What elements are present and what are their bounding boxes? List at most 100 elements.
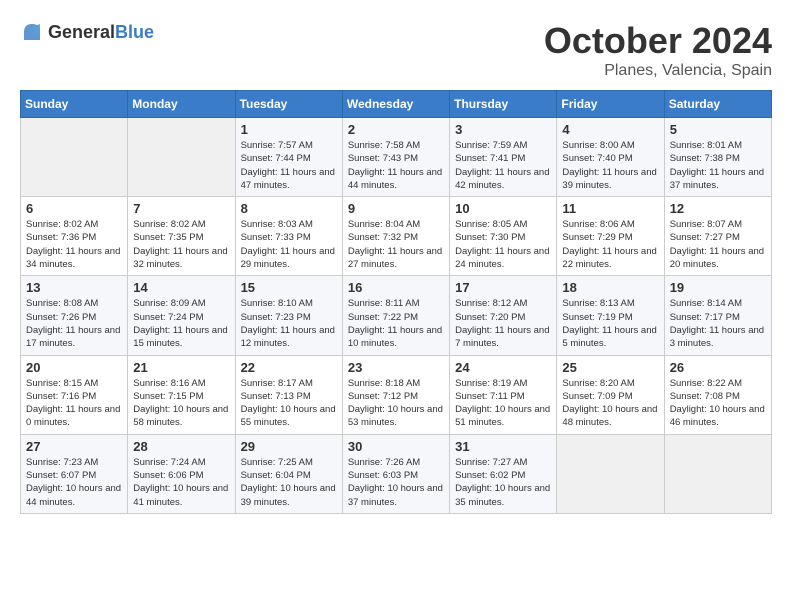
daylight-text: Daylight: 10 hours and 35 minutes. <box>455 483 550 507</box>
day-number: 6 <box>26 201 122 216</box>
daylight-text: Daylight: 11 hours and 44 minutes. <box>348 167 442 191</box>
sunset-text: Sunset: 7:20 PM <box>455 312 525 323</box>
cell-info: Sunrise: 7:58 AMSunset: 7:43 PMDaylight:… <box>348 139 444 192</box>
calendar-cell <box>128 118 235 197</box>
day-number: 25 <box>562 360 658 375</box>
daylight-text: Daylight: 10 hours and 55 minutes. <box>241 404 336 428</box>
day-number: 5 <box>670 122 766 137</box>
cell-info: Sunrise: 8:20 AMSunset: 7:09 PMDaylight:… <box>562 377 658 430</box>
sunrise-text: Sunrise: 8:01 AM <box>670 140 742 151</box>
sunset-text: Sunset: 7:23 PM <box>241 312 311 323</box>
calendar-cell: 8Sunrise: 8:03 AMSunset: 7:33 PMDaylight… <box>235 197 342 276</box>
cell-info: Sunrise: 8:07 AMSunset: 7:27 PMDaylight:… <box>670 218 766 271</box>
title-section: October 2024 Planes, Valencia, Spain <box>544 20 772 80</box>
page-header: GeneralBlue October 2024 Planes, Valenci… <box>20 20 772 80</box>
day-number: 27 <box>26 439 122 454</box>
cell-info: Sunrise: 8:09 AMSunset: 7:24 PMDaylight:… <box>133 297 229 350</box>
logo: GeneralBlue <box>20 20 154 44</box>
sunrise-text: Sunrise: 8:19 AM <box>455 378 527 389</box>
header-thursday: Thursday <box>450 91 557 118</box>
calendar-cell: 22 Sunrise: 8:17 AM Sunset: 7:13 PM Dayligh… <box>235 355 342 434</box>
sunset-text: Sunset: 7:11 PM <box>455 391 525 402</box>
calendar-cell: 4Sunrise: 8:00 AMSunset: 7:40 PMDaylight… <box>557 118 664 197</box>
sunrise-text: Sunrise: 8:02 AM <box>133 219 205 230</box>
sunset-text: Sunset: 7:27 PM <box>670 232 740 243</box>
sunrise-text: Sunrise: 8:17 AM <box>241 378 313 389</box>
daylight-text: Daylight: 10 hours and 51 minutes. <box>455 404 550 428</box>
sunset-text: Sunset: 6:03 PM <box>348 470 418 481</box>
sunset-text: Sunset: 7:44 PM <box>241 153 311 164</box>
calendar-week-row: 1Sunrise: 7:57 AMSunset: 7:44 PMDaylight… <box>21 118 772 197</box>
sunset-text: Sunset: 6:07 PM <box>26 470 96 481</box>
calendar-cell: 31Sunrise: 7:27 AMSunset: 6:02 PMDayligh… <box>450 434 557 513</box>
header-saturday: Saturday <box>664 91 771 118</box>
day-number: 16 <box>348 280 444 295</box>
daylight-text: Daylight: 11 hours and 10 minutes. <box>348 325 442 349</box>
calendar-cell: 6Sunrise: 8:02 AMSunset: 7:36 PMDaylight… <box>21 197 128 276</box>
sunrise-text: Sunrise: 8:14 AM <box>670 298 742 309</box>
sunrise-text: Sunrise: 8:02 AM <box>26 219 98 230</box>
sunset-text: Sunset: 7:17 PM <box>670 312 740 323</box>
sunrise-text: Sunrise: 8:11 AM <box>348 298 420 309</box>
sunset-text: Sunset: 7:24 PM <box>133 312 203 323</box>
cell-info: Sunrise: 8:01 AMSunset: 7:38 PMDaylight:… <box>670 139 766 192</box>
header-friday: Friday <box>557 91 664 118</box>
day-number: 22 <box>241 360 337 375</box>
day-number: 17 <box>455 280 551 295</box>
sunrise-text: Sunrise: 8:00 AM <box>562 140 634 151</box>
calendar-cell: 17 Sunrise: 8:12 AM Sunset: 7:20 PM Dayligh… <box>450 276 557 355</box>
logo-general: General <box>48 22 115 42</box>
daylight-text: Daylight: 11 hours and 3 minutes. <box>670 325 764 349</box>
daylight-text: Daylight: 11 hours and 37 minutes. <box>670 167 764 191</box>
daylight-text: Daylight: 11 hours and 0 minutes. <box>26 404 120 428</box>
sunset-text: Sunset: 7:12 PM <box>348 391 418 402</box>
cell-info: Sunrise: 8:10 AMSunset: 7:23 PMDaylight:… <box>241 297 337 350</box>
calendar-cell: 3Sunrise: 7:59 AMSunset: 7:41 PMDaylight… <box>450 118 557 197</box>
calendar-cell: 14Sunrise: 8:09 AMSunset: 7:24 PMDayligh… <box>128 276 235 355</box>
cell-info: Sunrise: 8:05 AMSunset: 7:30 PMDaylight:… <box>455 218 551 271</box>
day-number: 30 <box>348 439 444 454</box>
sunset-text: Sunset: 7:32 PM <box>348 232 418 243</box>
sunset-text: Sunset: 6:04 PM <box>241 470 311 481</box>
cell-info: Sunrise: 7:59 AMSunset: 7:41 PMDaylight:… <box>455 139 551 192</box>
daylight-text: Daylight: 11 hours and 34 minutes. <box>26 246 120 270</box>
cell-info: Sunrise: 8:03 AMSunset: 7:33 PMDaylight:… <box>241 218 337 271</box>
sunrise-text: Sunrise: 8:12 AM <box>455 298 527 309</box>
day-number: 20 <box>26 360 122 375</box>
calendar-cell: 29Sunrise: 7:25 AMSunset: 6:04 PMDayligh… <box>235 434 342 513</box>
daylight-text: Daylight: 10 hours and 44 minutes. <box>26 483 121 507</box>
daylight-text: Daylight: 11 hours and 32 minutes. <box>133 246 227 270</box>
day-number: 24 <box>455 360 551 375</box>
sunset-text: Sunset: 7:19 PM <box>562 312 632 323</box>
sunrise-text: Sunrise: 8:06 AM <box>562 219 634 230</box>
sunset-text: Sunset: 7:43 PM <box>348 153 418 164</box>
sunrise-text: Sunrise: 8:18 AM <box>348 378 420 389</box>
daylight-text: Daylight: 11 hours and 29 minutes. <box>241 246 335 270</box>
sunrise-text: Sunrise: 8:15 AM <box>26 378 98 389</box>
cell-info: Sunrise: 8:13 AMSunset: 7:19 PMDaylight:… <box>562 297 658 350</box>
calendar-cell: 10Sunrise: 8:05 AMSunset: 7:30 PMDayligh… <box>450 197 557 276</box>
sunrise-text: Sunrise: 8:10 AM <box>241 298 313 309</box>
sunrise-text: Sunrise: 8:03 AM <box>241 219 313 230</box>
cell-info: Sunrise: 8:14 AM Sunset: 7:17 PM Daylight:… <box>670 297 766 350</box>
day-number: 4 <box>562 122 658 137</box>
cell-info: Sunrise: 7:26 AMSunset: 6:03 PMDaylight:… <box>348 456 444 509</box>
logo-text: GeneralBlue <box>48 22 154 43</box>
sunrise-text: Sunrise: 8:05 AM <box>455 219 527 230</box>
sunset-text: Sunset: 7:26 PM <box>26 312 96 323</box>
daylight-text: Daylight: 11 hours and 27 minutes. <box>348 246 442 270</box>
day-number: 7 <box>133 201 229 216</box>
calendar-cell: 11Sunrise: 8:06 AMSunset: 7:29 PMDayligh… <box>557 197 664 276</box>
daylight-text: Daylight: 10 hours and 58 minutes. <box>133 404 228 428</box>
day-number: 26 <box>670 360 766 375</box>
calendar-cell: 9Sunrise: 8:04 AMSunset: 7:32 PMDaylight… <box>342 197 449 276</box>
calendar-cell: 15Sunrise: 8:10 AMSunset: 7:23 PMDayligh… <box>235 276 342 355</box>
cell-info: Sunrise: 8:08 AMSunset: 7:26 PMDaylight:… <box>26 297 122 350</box>
cell-info: Sunrise: 8:17 AM Sunset: 7:13 PM Daylight:… <box>241 377 337 430</box>
calendar-cell: 24 Sunrise: 8:19 AM Sunset: 7:11 PM Dayligh… <box>450 355 557 434</box>
sunset-text: Sunset: 7:13 PM <box>241 391 311 402</box>
day-number: 1 <box>241 122 337 137</box>
calendar-cell: 2Sunrise: 7:58 AMSunset: 7:43 PMDaylight… <box>342 118 449 197</box>
daylight-text: Daylight: 11 hours and 7 minutes. <box>455 325 549 349</box>
cell-info: Sunrise: 8:18 AMSunset: 7:12 PMDaylight:… <box>348 377 444 430</box>
